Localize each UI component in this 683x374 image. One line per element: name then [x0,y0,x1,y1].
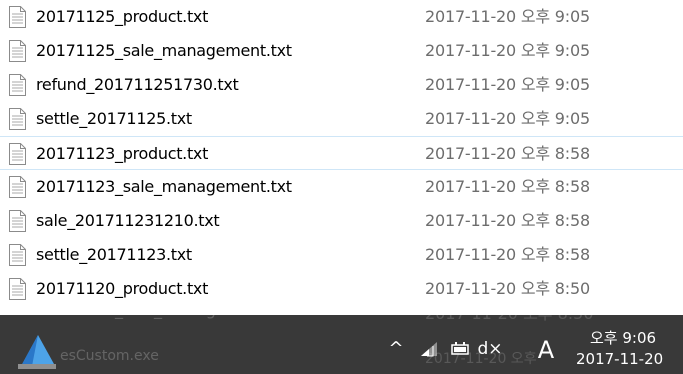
chevron-up-icon[interactable]: ^ [386,319,406,374]
taskbar-clock[interactable]: 오후 9:06 2017-11-20 [566,315,683,374]
text-file-icon [9,108,26,130]
text-file-icon [9,278,26,300]
partial-file-name: 20171120_sale_management.txt [36,300,292,319]
taskbar: 20171120_sale_management.txt 2017-11-20 … [0,300,683,374]
clock-time: 오후 9:06 [590,329,657,347]
screen: 20171125_product.txt 2017-11-20 오후 9:05 … [0,0,683,374]
file-row[interactable]: 20171123_sale_management.txt 2017-11-20 … [0,170,683,204]
file-modified-date: 2017-11-20 오후 8:58 [425,245,590,264]
text-file-icon [9,40,26,62]
file-name: 20171125_sale_management.txt [36,41,292,60]
clock-date: 2017-11-20 [576,350,664,368]
file-row[interactable]: refund_201711251730.txt 2017-11-20 오후 9:… [0,68,683,102]
file-modified-date: 2017-11-20 오후 9:05 [425,109,590,128]
ime-indicator[interactable]: A [535,320,557,374]
volume-muted-icon[interactable]: d× [477,319,503,374]
battery-glyph [451,341,469,355]
file-row[interactable]: sale_201711231210.txt 2017-11-20 오후 8:58 [0,204,683,238]
file-row[interactable]: settle_20171125.txt 2017-11-20 오후 9:05 [0,102,683,136]
app-icon[interactable] [14,330,60,372]
partial-file-name: esCustom.exe [60,348,159,364]
file-name: settle_20171123.txt [36,245,192,264]
tray-chevron-label: ^ [388,338,404,359]
text-file-icon [9,210,26,232]
file-name: 20171123_sale_management.txt [36,177,292,196]
text-file-icon [9,176,26,198]
text-file-icon [9,6,26,28]
volume-label: d× [477,338,503,359]
file-row[interactable]: 20171125_sale_management.txt 2017-11-20 … [0,34,683,68]
text-file-icon [9,74,26,96]
file-name: sale_201711231210.txt [36,211,220,230]
file-name: 20171125_product.txt [36,7,209,26]
file-row[interactable]: 20171123_product.txt 2017-11-20 오후 8:58 [0,136,683,170]
wifi-glyph [421,341,437,356]
file-name: 20171123_product.txt [36,144,209,163]
file-row[interactable]: settle_20171123.txt 2017-11-20 오후 8:58 [0,238,683,272]
file-name: refund_201711251730.txt [36,75,239,94]
text-file-icon [9,143,26,165]
file-modified-date: 2017-11-20 오후 8:58 [425,211,590,230]
wifi-icon[interactable] [417,319,441,374]
file-row[interactable]: 20171125_product.txt 2017-11-20 오후 9:05 [0,0,683,34]
file-modified-date: 2017-11-20 오후 8:58 [425,144,590,163]
ime-label: A [537,335,555,364]
file-modified-date: 2017-11-20 오후 8:58 [425,177,590,196]
file-modified-date: 2017-11-20 오후 9:05 [425,75,590,94]
file-modified-date: 2017-11-20 오후 9:05 [425,7,590,26]
battery-icon[interactable] [448,319,472,374]
text-file-icon [9,244,26,266]
file-modified-date: 2017-11-20 오후 9:05 [425,41,590,60]
file-name: settle_20171125.txt [36,109,192,128]
